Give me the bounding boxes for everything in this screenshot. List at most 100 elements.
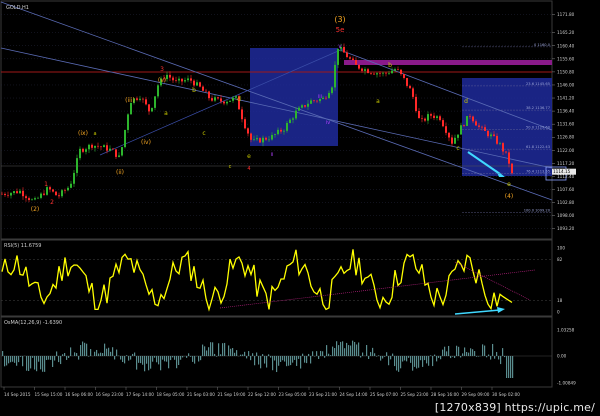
osma-bar bbox=[120, 356, 122, 360]
candle-body bbox=[55, 191, 57, 196]
candle-body bbox=[208, 91, 210, 99]
candle-body bbox=[370, 73, 372, 74]
osma-bar bbox=[74, 352, 76, 356]
osma-bar bbox=[500, 356, 502, 365]
osma-bar bbox=[64, 353, 66, 356]
osma-bar bbox=[452, 356, 454, 357]
wave-label: e bbox=[507, 181, 511, 188]
candle-body bbox=[223, 101, 225, 104]
osma-bar bbox=[88, 356, 90, 357]
candle-body bbox=[61, 190, 63, 197]
trading-chart[interactable]: (3) 5e v b a d c e (4) 3 (v) (iii) b a c d (iv) (ix) (ii) e… bbox=[0, 0, 600, 416]
candle-body bbox=[463, 125, 465, 126]
price-tick-label: 1107.60 bbox=[557, 187, 575, 192]
osma-bar bbox=[402, 356, 404, 362]
candle-body bbox=[130, 102, 132, 115]
osma-bar bbox=[278, 356, 280, 366]
osma-bar bbox=[240, 354, 242, 356]
osma-bar bbox=[126, 355, 128, 356]
osma-bar bbox=[186, 356, 188, 358]
candle-body bbox=[169, 74, 171, 78]
osma-bar bbox=[208, 347, 210, 356]
magenta-band bbox=[344, 60, 552, 65]
osma-bar bbox=[106, 348, 108, 356]
osma-bar bbox=[466, 352, 468, 356]
candle-body bbox=[457, 134, 459, 138]
osma-bar bbox=[462, 353, 464, 356]
osma-bar bbox=[260, 356, 262, 369]
candle-body bbox=[154, 96, 156, 108]
osma-bar bbox=[424, 356, 426, 361]
osma-bar bbox=[304, 356, 306, 363]
osma-bar bbox=[372, 347, 374, 356]
candle-body bbox=[289, 119, 291, 123]
osma-bar bbox=[360, 356, 362, 358]
osma-bar bbox=[440, 356, 442, 360]
osma-bar bbox=[464, 347, 466, 356]
osma-bar bbox=[460, 356, 462, 358]
osma-bar bbox=[410, 356, 412, 363]
rsi-panel[interactable] bbox=[0, 239, 553, 317]
candle-body bbox=[205, 90, 207, 92]
osma-bar bbox=[18, 356, 20, 363]
candle-body bbox=[148, 104, 150, 112]
osma-bar bbox=[4, 356, 6, 367]
candle-body bbox=[388, 73, 390, 74]
osma-bar bbox=[438, 356, 440, 358]
osma-bar bbox=[96, 349, 98, 356]
osma-bar bbox=[266, 356, 268, 368]
candle-body bbox=[496, 135, 498, 144]
candle-body bbox=[283, 130, 285, 132]
candle-body bbox=[250, 133, 252, 140]
time-label: 22 Sep 12:00 bbox=[248, 392, 276, 397]
osma-bar bbox=[254, 356, 256, 366]
osma-bar bbox=[200, 356, 202, 361]
candle-body bbox=[190, 78, 192, 81]
osma-bar bbox=[170, 356, 172, 361]
osma-bar bbox=[26, 356, 28, 371]
candle-body bbox=[271, 134, 273, 140]
candle-body bbox=[442, 120, 444, 127]
candle-body bbox=[295, 110, 297, 119]
candle-body bbox=[475, 121, 477, 126]
osma-bar bbox=[20, 356, 22, 357]
osma-label: OsMA(12,26,9) -1.6390 bbox=[4, 320, 62, 326]
candle-body bbox=[100, 146, 102, 148]
candle-body bbox=[232, 97, 234, 101]
osma-bar bbox=[426, 356, 428, 364]
time-label: 29 Sep 09:00 bbox=[462, 392, 490, 397]
osma-bar bbox=[400, 356, 402, 369]
osma-bar bbox=[60, 356, 62, 365]
time-label: 15 Sep 15:00 bbox=[35, 392, 63, 397]
osma-bar bbox=[154, 356, 156, 358]
candle-body bbox=[175, 80, 177, 81]
osma-bar bbox=[332, 346, 334, 356]
price-tick-label: 1131.60 bbox=[557, 122, 575, 127]
osma-bar bbox=[358, 342, 360, 356]
osma-bar bbox=[316, 351, 318, 356]
osma-panel[interactable] bbox=[0, 316, 553, 388]
wave-label: a bbox=[376, 98, 380, 105]
candle-body bbox=[82, 148, 84, 152]
osma-bar bbox=[192, 356, 194, 362]
price-tick-label: 1136.40 bbox=[557, 109, 575, 114]
osma-bar bbox=[182, 356, 184, 358]
osma-bar bbox=[368, 356, 370, 360]
rsi-tick-label: 18 bbox=[557, 298, 563, 303]
candle-body bbox=[43, 193, 45, 195]
osma-bar bbox=[416, 356, 418, 369]
time-label: 16 Sep 23:00 bbox=[96, 392, 124, 397]
candle-body bbox=[136, 98, 138, 100]
candle-body bbox=[268, 139, 270, 141]
candle-body bbox=[493, 134, 495, 136]
osma-bar bbox=[44, 356, 46, 372]
candle-body bbox=[202, 86, 204, 91]
candle-body bbox=[145, 99, 147, 105]
osma-bar bbox=[450, 356, 452, 359]
osma-bar bbox=[220, 354, 222, 356]
candle-body bbox=[394, 69, 396, 71]
time-label: 23 Sep 21:00 bbox=[309, 392, 337, 397]
fib-label: 61.8 1122.43 bbox=[526, 145, 550, 149]
wave-label: ii bbox=[271, 152, 274, 158]
osma-bar bbox=[194, 356, 196, 364]
